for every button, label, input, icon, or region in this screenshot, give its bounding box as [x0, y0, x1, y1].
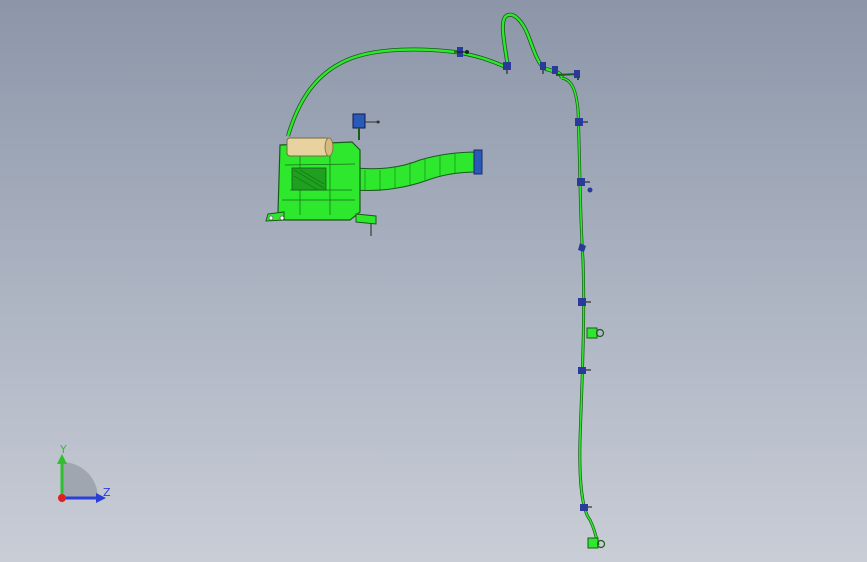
- clip[interactable]: [574, 70, 580, 78]
- hose-line[interactable]: [286, 12, 600, 546]
- triad-quarter-disc: [62, 462, 98, 498]
- clip[interactable]: [586, 327, 605, 339]
- hose-path-main[interactable]: [286, 47, 509, 137]
- cad-graphics-viewport[interactable]: Y Z: [0, 0, 867, 562]
- clip[interactable]: [575, 118, 588, 126]
- model-geometry[interactable]: [0, 0, 867, 562]
- intake-tube[interactable]: [354, 151, 479, 191]
- clip[interactable]: [540, 62, 546, 74]
- air-filter-assembly[interactable]: [265, 113, 483, 236]
- sensor-block[interactable]: [352, 113, 366, 129]
- clip[interactable]: [578, 367, 591, 374]
- clips[interactable]: [454, 47, 606, 549]
- clip[interactable]: [578, 298, 591, 306]
- clip[interactable]: [580, 504, 592, 511]
- triad-y-label: Y: [60, 443, 67, 456]
- mount-foot-right: [355, 213, 377, 225]
- x-axis-point-icon: [58, 494, 66, 502]
- filter-cylinder[interactable]: [286, 137, 330, 157]
- clip[interactable]: [503, 62, 511, 74]
- intake-flange: [473, 149, 483, 175]
- clip[interactable]: [578, 243, 586, 252]
- orientation-triad: [57, 454, 106, 503]
- clip[interactable]: [552, 66, 558, 74]
- triad-z-label: Z: [103, 486, 111, 499]
- clip[interactable]: [587, 537, 606, 549]
